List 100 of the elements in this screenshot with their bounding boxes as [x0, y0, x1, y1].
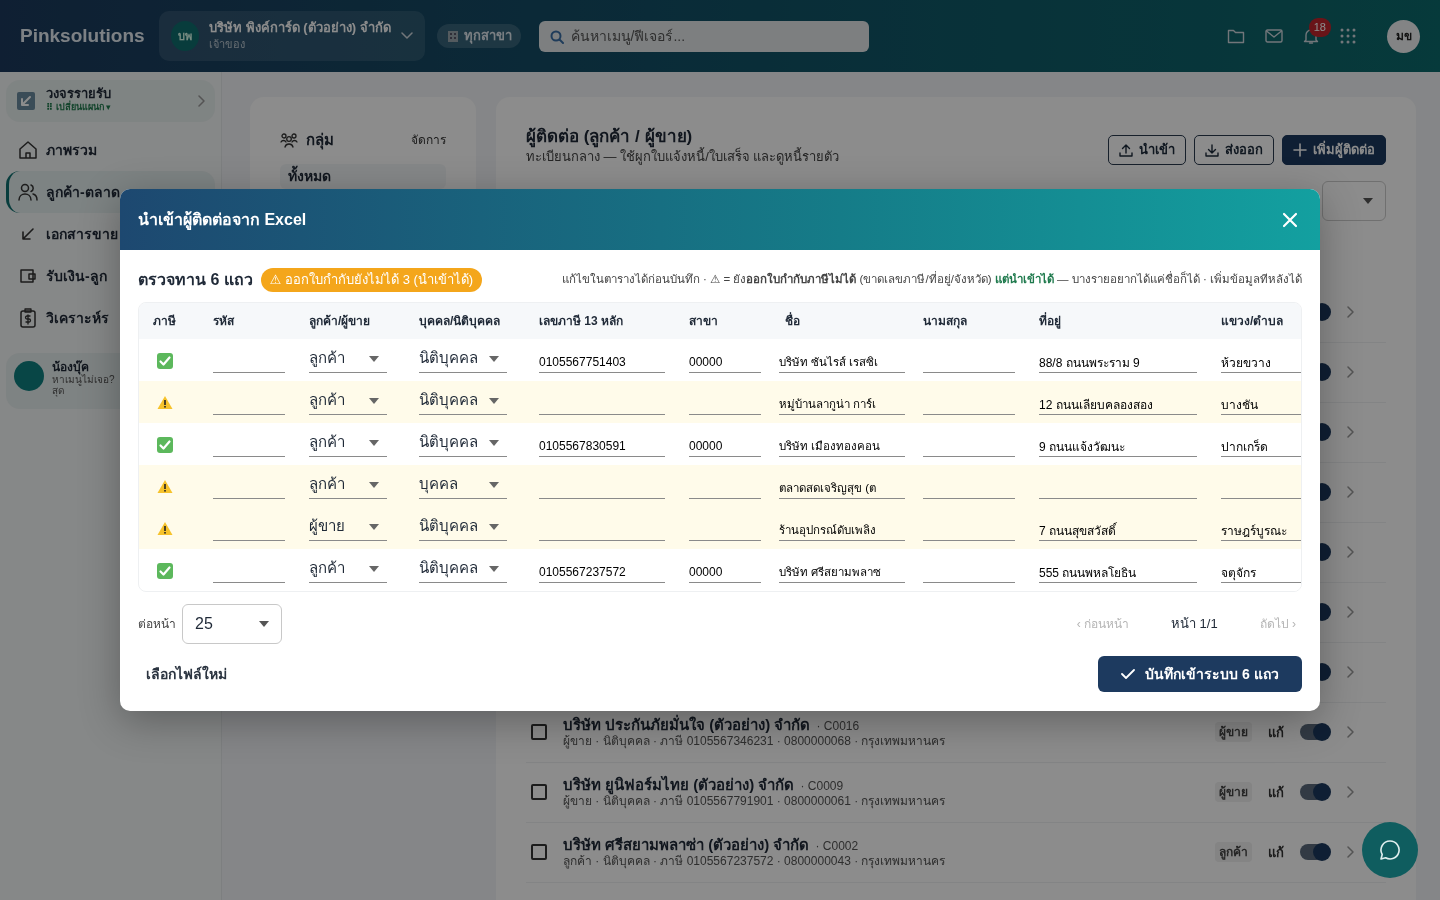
caret-icon — [369, 523, 379, 530]
caret-icon — [489, 481, 499, 488]
save-button[interactable]: บันทึกเข้าระบบ 6 แถว — [1098, 656, 1302, 692]
download-icon — [1205, 142, 1219, 157]
active-toggle[interactable] — [1300, 844, 1330, 861]
choose-new-file-button[interactable]: เลือกไฟล์ใหม่ — [138, 657, 235, 691]
people-icon — [18, 182, 38, 202]
type-tag: ผู้ขาย — [1215, 722, 1252, 743]
company-avatar: บพ — [170, 21, 200, 51]
per-page-label: ต่อหน้า — [138, 616, 176, 633]
active-toggle[interactable] — [1300, 724, 1330, 741]
page-subtitle: ทะเบียนกลาง — ใช้ผูกใบแจ้งหนี้/ใบเสร็จ และดูหนี้รายตัว — [526, 147, 840, 167]
edit-link[interactable]: แก้ — [1268, 722, 1284, 743]
contact-type-select[interactable]: ลูกค้า — [309, 557, 387, 583]
caret-icon — [369, 565, 379, 572]
chevron-right-icon — [197, 95, 205, 107]
column-header: นามสกุล — [909, 303, 1025, 339]
toolbar-button[interactable]: นำเข้า — [1108, 135, 1186, 165]
assistant-avatar — [14, 361, 44, 391]
caret-icon — [369, 481, 379, 488]
upload-icon — [1119, 142, 1133, 157]
plus-icon — [1293, 142, 1307, 157]
caret-icon — [489, 439, 499, 446]
chevron-right-icon — [1346, 486, 1354, 499]
row-checkbox[interactable] — [531, 724, 547, 741]
assistant-name: น้องบุ๊ค — [52, 361, 89, 375]
table-input[interactable]: ราษฎร์บูรณะ — [1207, 507, 1301, 549]
toolbar-button[interactable]: ส่งออก — [1194, 135, 1274, 165]
chevron-right-icon — [1346, 366, 1354, 379]
chevron-right-icon — [1346, 846, 1354, 859]
arrow-in-icon — [16, 91, 36, 111]
contact-type-select[interactable]: ลูกค้า — [309, 431, 387, 457]
search-icon — [549, 29, 564, 44]
chevron-right-icon — [1346, 666, 1354, 679]
table-input[interactable]: หมู่บ้านลากูน่า การ์เ — [771, 381, 909, 423]
hint-text: แก้ไขในตารางได้ก่อนบันทึก · ⚠ = ยังออกใบกำกับภาษีไม่ได้ (ขาดเลขภาษี/ที่อยู่/จังหวัด) แต่นำเข้าได้ — บางรายอยากได้แค่ชื่อก็ได้ · เพิ่มข้อมูลทีหลังได้ — [561, 271, 1302, 288]
caret-icon — [489, 397, 499, 404]
edit-link[interactable]: แก้ — [1268, 782, 1284, 803]
user-avatar[interactable]: มข — [1387, 19, 1420, 53]
column-header: แขวง/ตำบล — [1207, 303, 1301, 339]
table-input[interactable]: ร้านอุปกรณ์ดับเพลิง — [771, 507, 909, 549]
contact-details: ผู้ขาย · นิติบุคคล · ภาษี 0105567791901 · 0800000061 · กรุงเทพมหานคร — [563, 794, 946, 810]
column-header: ลูกค้า/ผู้ขาย — [295, 303, 405, 339]
table-input[interactable]: ตลาดสดเจริญสุข (ต — [771, 465, 909, 507]
apps-grid-icon[interactable] — [1339, 27, 1357, 45]
chat-bubble-icon — [1379, 839, 1401, 861]
manage-link[interactable]: จัดการ — [411, 131, 446, 150]
group-item[interactable]: ทั้งหมด — [280, 163, 446, 189]
caret-icon — [259, 621, 269, 627]
brand-name: Pinksolutions — [20, 23, 145, 48]
filter-dropdown[interactable] — [1322, 180, 1386, 221]
building-icon — [445, 29, 460, 43]
caret-icon — [489, 523, 499, 530]
table-input[interactable]: 7 ถนนสุขสวัสดิ์ — [1025, 507, 1207, 549]
wallet-icon — [18, 266, 38, 286]
table-input[interactable]: 12 ถนนเลียบคลองสอง — [1025, 381, 1207, 423]
contact-details: ผู้ขาย · นิติบุคคล · ภาษี 0105567346231 · 0800000068 · กรุงเทพมหานคร — [563, 734, 946, 750]
sidebar-item[interactable]: ภาพรวม — [6, 129, 215, 171]
search-field[interactable]: ค้นหาเมนู/ฟีเจอร์... — [538, 20, 869, 52]
home-icon — [18, 140, 38, 160]
column-header: เลขภาษี 13 หลัก — [525, 303, 675, 339]
contact-name[interactable]: บริษัท ยูนิฟอร์มไทย (ตัวอย่าง) จำกัด — [563, 774, 795, 795]
contact-name[interactable]: บริษัท ศรีสยามพลาซ่า (ตัวอย่าง) จำกัด — [563, 834, 810, 855]
type-tag: ลูกค้า — [1215, 842, 1252, 863]
page-indicator: หน้า 1/1 — [1170, 615, 1218, 634]
column-header: ที่อยู่ — [1025, 303, 1207, 339]
notification-count: 18 — [1308, 18, 1331, 37]
column-header: ชื่อ — [771, 303, 909, 339]
entity-select[interactable]: นิติบุคคล — [419, 431, 507, 457]
type-tag: ผู้ขาย — [1215, 782, 1252, 803]
chevron-right-icon — [1346, 786, 1354, 799]
mail-icon[interactable] — [1265, 29, 1283, 43]
caret-icon — [1363, 197, 1373, 204]
caret-icon — [489, 355, 499, 362]
chevron-right-icon — [1346, 606, 1354, 619]
per-page-select[interactable]: 25 — [182, 604, 282, 644]
chevron-right-icon — [1346, 726, 1354, 739]
column-header: บุคคล/นิติบุคคล — [405, 303, 525, 339]
entity-select[interactable]: นิติบุคคล — [419, 557, 507, 583]
company-role: เจ้าของ — [209, 36, 247, 52]
entity-select[interactable]: นิติบุคคล — [419, 347, 507, 373]
contact-name[interactable]: บริษัท ประกันภัยมั่นใจ (ตัวอย่าง) จำกัด — [563, 714, 811, 735]
company-name: บริษัท พิงค์การ์ด (ตัวอย่าง) จำกัด — [209, 19, 391, 36]
contact-type-select[interactable]: ลูกค้า — [309, 347, 387, 373]
check-icon — [1121, 668, 1136, 680]
folder-icon[interactable] — [1227, 28, 1245, 44]
clipboard-icon — [18, 308, 38, 328]
column-header: รหัส — [199, 303, 295, 339]
module-switcher[interactable]: วงจรรายรับ ⠿ เปลี่ยนแผนก ▾ — [6, 80, 215, 122]
edit-link[interactable]: แก้ — [1268, 842, 1284, 863]
table-input[interactable]: บางชัน — [1207, 381, 1301, 423]
column-header: สาขา — [675, 303, 771, 339]
group-icon — [280, 132, 298, 149]
toolbar-button[interactable]: เพิ่มผู้ติดต่อ — [1282, 135, 1386, 165]
row-checkbox[interactable] — [531, 784, 547, 801]
contact-code: · C0009 — [800, 778, 844, 795]
active-toggle[interactable] — [1300, 784, 1330, 801]
row-checkbox[interactable] — [531, 844, 547, 861]
page-title: ผู้ติดต่อ (ลูกค้า / ผู้ขาย) — [526, 127, 693, 148]
contact-code: · C0016 — [816, 718, 860, 735]
